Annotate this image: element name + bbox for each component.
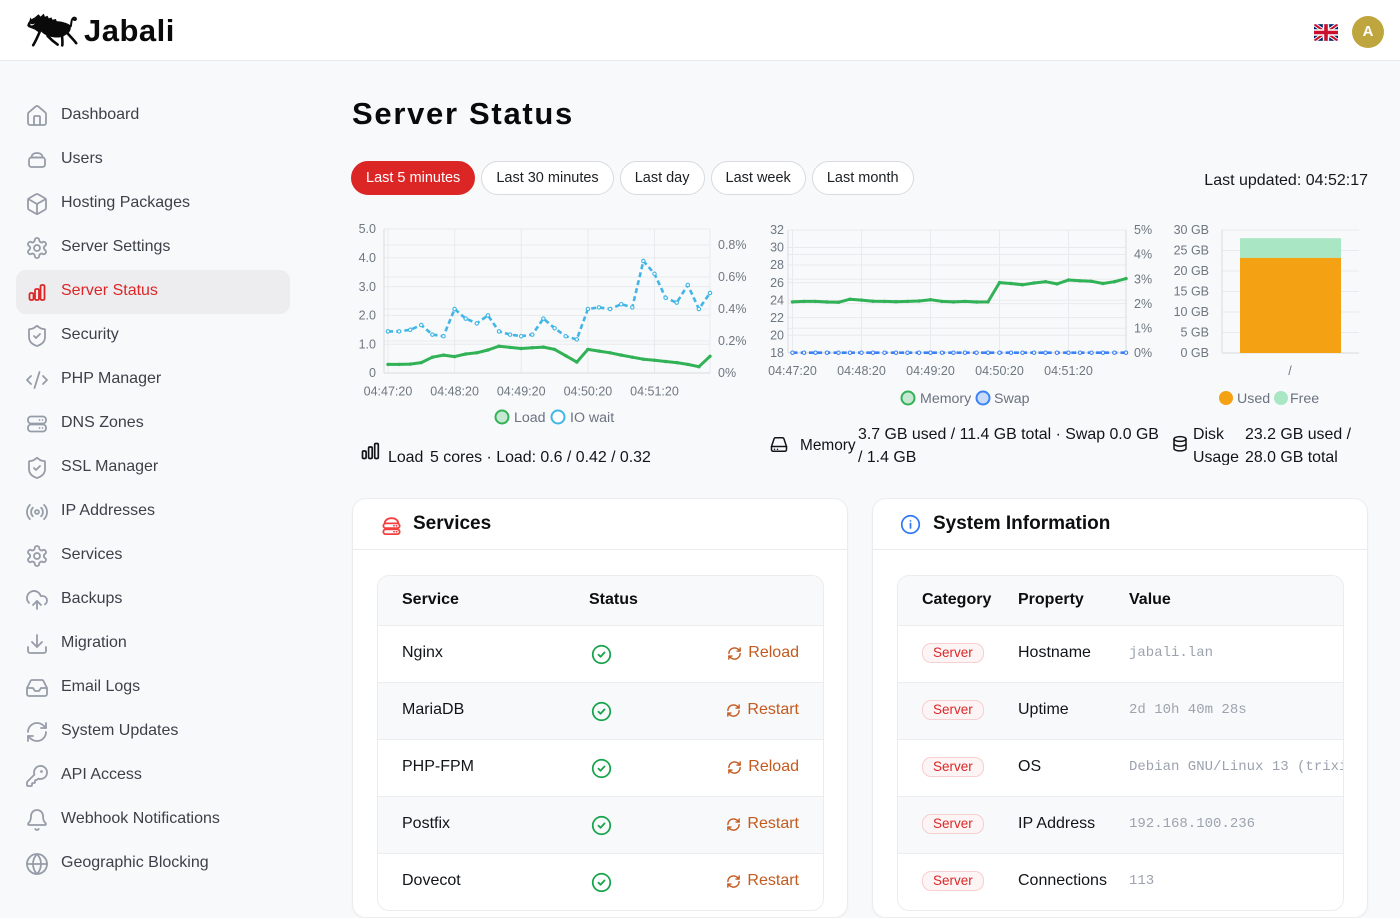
svg-text:2%: 2% <box>1134 297 1152 311</box>
svg-text:3%: 3% <box>1134 272 1152 286</box>
svg-text:04:50:20: 04:50:20 <box>564 385 613 399</box>
svg-text:Memory: Memory <box>920 391 972 407</box>
svg-text:0.2%: 0.2% <box>718 334 747 348</box>
svg-text:0.6%: 0.6% <box>718 270 747 284</box>
svg-text:3.0: 3.0 <box>359 280 376 294</box>
svg-text:20 GB: 20 GB <box>1174 264 1209 278</box>
svg-text:04:50:20: 04:50:20 <box>975 364 1024 378</box>
svg-text:30: 30 <box>770 241 784 255</box>
svg-text:23.2 GB used /: 23.2 GB used / <box>1245 426 1352 443</box>
svg-text:0: 0 <box>369 366 376 380</box>
svg-text:0 GB: 0 GB <box>1181 346 1210 360</box>
svg-text:15 GB: 15 GB <box>1174 285 1209 299</box>
svg-text:32: 32 <box>770 223 784 237</box>
svg-text:5.0: 5.0 <box>359 222 376 236</box>
svg-text:04:48:20: 04:48:20 <box>430 385 479 399</box>
svg-text:04:47:20: 04:47:20 <box>364 385 413 399</box>
svg-text:24: 24 <box>770 293 784 307</box>
svg-text:04:49:20: 04:49:20 <box>906 364 955 378</box>
svg-text:0%: 0% <box>718 366 736 380</box>
svg-text:28: 28 <box>770 258 784 272</box>
svg-text:IO wait: IO wait <box>570 410 614 426</box>
svg-text:04:48:20: 04:48:20 <box>837 364 886 378</box>
svg-text:3.7 GB used / 11.4 GB total ·: 3.7 GB used / 11.4 GB total · Swap 0.0 G… <box>858 426 1159 443</box>
svg-text:0.8%: 0.8% <box>718 238 747 252</box>
svg-text:20: 20 <box>770 328 784 342</box>
svg-text:Load: Load <box>514 410 546 426</box>
svg-text:4%: 4% <box>1134 248 1152 262</box>
svg-text:/: / <box>1288 364 1292 378</box>
svg-text:04:51:20: 04:51:20 <box>1044 364 1093 378</box>
svg-text:28.0 GB total: 28.0 GB total <box>1245 449 1338 465</box>
svg-text:26: 26 <box>770 276 784 290</box>
svg-text:2.0: 2.0 <box>359 309 376 323</box>
svg-text:04:47:20: 04:47:20 <box>768 364 817 378</box>
svg-text:5 GB: 5 GB <box>1181 326 1210 340</box>
svg-text:04:51:20: 04:51:20 <box>630 385 679 399</box>
svg-text:/ 1.4 GB: / 1.4 GB <box>858 449 916 465</box>
svg-text:1.0: 1.0 <box>359 337 376 351</box>
svg-text:Used: Used <box>1237 391 1270 407</box>
svg-text:0.4%: 0.4% <box>718 302 747 316</box>
svg-text:30 GB: 30 GB <box>1174 223 1209 237</box>
svg-text:Load: Load <box>388 449 423 465</box>
svg-text:5%: 5% <box>1134 223 1152 237</box>
svg-text:18: 18 <box>770 346 784 360</box>
svg-text:5 cores · Load: 0.6 / 0.42 / 0: 5 cores · Load: 0.6 / 0.42 / 0.32 <box>430 449 651 465</box>
svg-text:Usage: Usage <box>1193 449 1239 465</box>
svg-text:Memory: Memory <box>800 437 856 454</box>
svg-text:1%: 1% <box>1134 321 1152 335</box>
svg-text:Swap: Swap <box>994 391 1030 407</box>
svg-text:25 GB: 25 GB <box>1174 244 1209 258</box>
svg-text:Disk: Disk <box>1193 426 1224 443</box>
svg-text:22: 22 <box>770 311 784 325</box>
svg-text:04:49:20: 04:49:20 <box>497 385 546 399</box>
svg-text:4.0: 4.0 <box>359 251 376 265</box>
svg-text:10 GB: 10 GB <box>1174 305 1209 319</box>
svg-text:Free: Free <box>1290 391 1319 407</box>
svg-text:0%: 0% <box>1134 346 1152 360</box>
